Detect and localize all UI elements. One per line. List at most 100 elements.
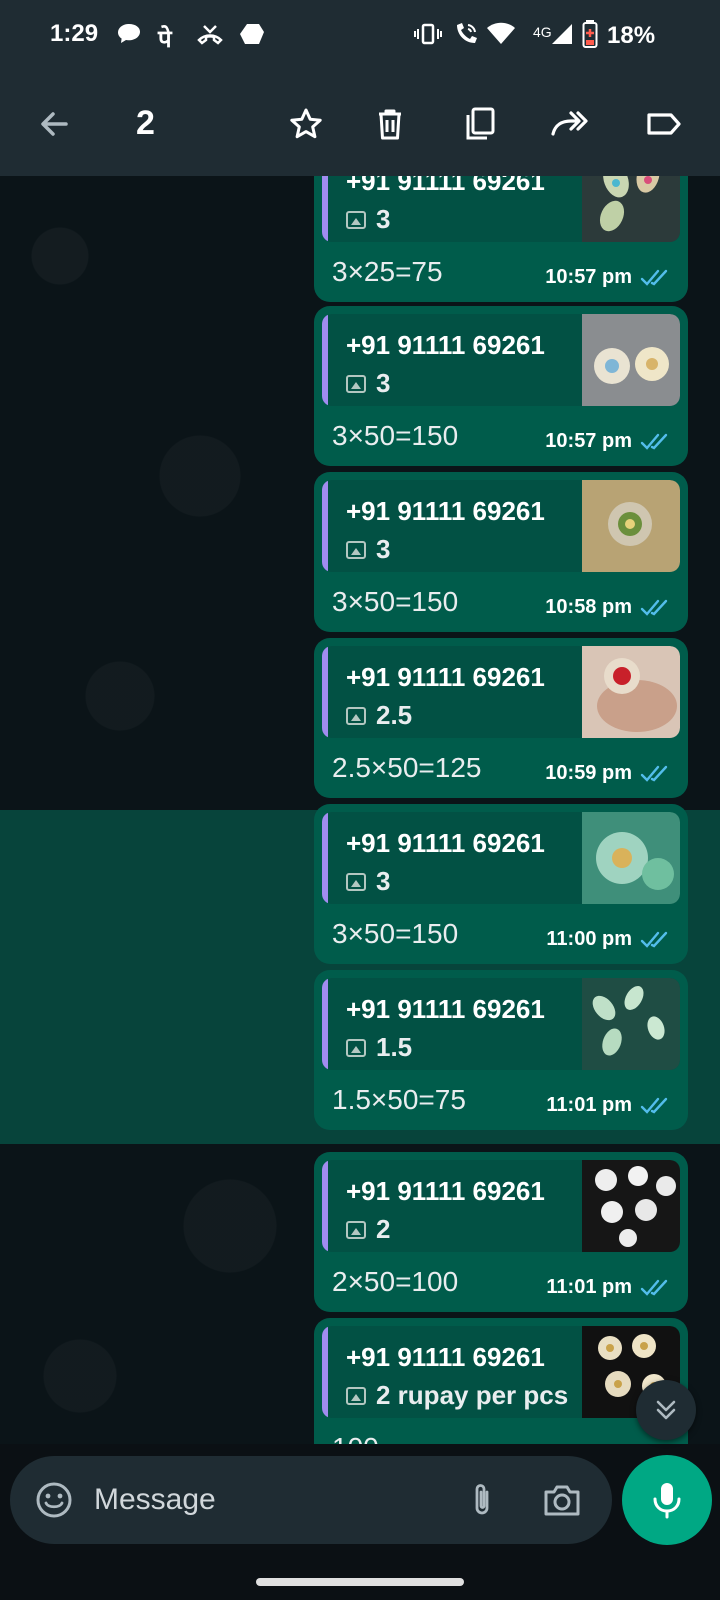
microphone-icon (653, 1483, 681, 1519)
quoted-caption-text: 3 (376, 204, 391, 234)
message-time: 10:57 pm (545, 430, 632, 452)
quote-bar (322, 314, 328, 406)
forward-icon (551, 111, 588, 136)
quoted-image-thumbnail (582, 314, 680, 406)
quoted-message[interactable]: +91 91111 69261 2.5 (322, 646, 680, 738)
quote-bar (322, 812, 328, 904)
quoted-sender: +91 91111 69261 (346, 1342, 545, 1372)
quoted-message[interactable]: +91 91111 69261 3 (322, 480, 680, 572)
message-bubble[interactable]: +91 91111 69261 2.5 2.5×50=125 10:59 pm (314, 638, 688, 798)
message-bubble[interactable]: +91 91111 69261 2 rupay per pcs 100 (314, 1318, 688, 1444)
message-bubble[interactable]: +91 91111 69261 3 3×25=75 10:57 pm (314, 176, 688, 302)
system-navigation-bar (0, 1560, 720, 1600)
image-icon (346, 1386, 366, 1405)
message-time: 10:59 pm (545, 762, 632, 784)
emoji-button[interactable] (30, 1476, 78, 1524)
chat-area[interactable]: +91 91111 69261 3 3×25=75 10:57 pm +91 9… (0, 176, 720, 1444)
camera-button[interactable] (536, 1476, 588, 1524)
chat-notification-icon (116, 20, 142, 48)
copy-button[interactable] (456, 100, 504, 148)
double-chevron-down-icon (656, 1400, 676, 1420)
quoted-message[interactable]: +91 91111 69261 3 (322, 812, 680, 904)
read-ticks-icon (640, 765, 668, 782)
drive-notification-icon (238, 20, 266, 48)
message-time: 10:58 pm (545, 596, 632, 618)
forward-button[interactable] (546, 100, 594, 148)
image-icon (346, 374, 366, 393)
quoted-caption-text: 2 (376, 1214, 391, 1244)
message-time: 11:00 pm (546, 928, 632, 950)
copy-icon (466, 107, 495, 140)
quoted-message[interactable]: +91 91111 69261 3 (322, 314, 680, 406)
message-time: 11:01 pm (546, 1094, 632, 1116)
quote-bar (322, 646, 328, 738)
message-text: 3×50=150 (332, 586, 459, 617)
home-gesture-handle[interactable] (256, 1578, 464, 1586)
quoted-caption: 2 (346, 1214, 390, 1245)
quoted-image-thumbnail (582, 812, 680, 904)
signal-icon (550, 20, 574, 48)
quoted-caption-text: 2 rupay per pcs (376, 1380, 569, 1410)
voice-message-button[interactable] (622, 1455, 712, 1545)
message-text: 3×50=150 (332, 918, 459, 949)
quoted-caption: 3 (346, 204, 390, 235)
message-meta: 10:59 pm (545, 762, 672, 785)
message-time: 11:01 pm (546, 1276, 632, 1298)
quoted-caption: 3 (346, 368, 390, 399)
message-bubble[interactable]: +91 91111 69261 2 2×50=100 11:01 pm (314, 1152, 688, 1312)
message-time: 10:57 pm (545, 266, 632, 288)
message-text: 3×50=150 (332, 420, 459, 451)
quote-bar (322, 1160, 328, 1252)
quoted-caption-text: 2.5 (376, 700, 413, 730)
delete-button[interactable] (366, 100, 414, 148)
message-input[interactable] (94, 1480, 454, 1520)
image-icon (346, 540, 366, 559)
read-ticks-icon (640, 269, 668, 286)
selection-action-bar: 2 (0, 72, 720, 176)
quote-bar (322, 480, 328, 572)
quoted-image-thumbnail (582, 480, 680, 572)
message-text: 2×50=100 (332, 1266, 459, 1297)
image-icon (346, 706, 366, 725)
battery-icon (582, 20, 598, 48)
read-ticks-icon (640, 1097, 668, 1114)
quoted-message[interactable]: +91 91111 69261 1.5 (322, 978, 680, 1070)
paperclip-icon (475, 1484, 489, 1515)
message-meta: 10:57 pm (545, 266, 672, 289)
quoted-image-thumbnail (582, 1160, 680, 1252)
message-meta: 11:01 pm (546, 1276, 672, 1299)
quoted-sender: +91 91111 69261 (346, 994, 545, 1024)
message-text: 2.5×50=125 (332, 752, 482, 783)
message-bubble[interactable]: +91 91111 69261 3 3×50=150 10:57 pm (314, 306, 688, 466)
read-ticks-icon (640, 931, 668, 948)
delete-icon (379, 109, 401, 140)
message-bubble-selected[interactable]: +91 91111 69261 3 3×50=150 11:00 pm (314, 804, 688, 964)
attach-button[interactable] (458, 1476, 506, 1524)
message-meta: 10:57 pm (545, 430, 672, 453)
label-button[interactable] (640, 100, 688, 148)
image-icon (346, 1038, 366, 1057)
quoted-caption: 1.5 (346, 1032, 412, 1063)
message-meta: 10:58 pm (545, 596, 672, 619)
quoted-sender: +91 91111 69261 (346, 828, 545, 858)
quoted-message[interactable]: +91 91111 69261 2 (322, 1160, 680, 1252)
quoted-message[interactable]: +91 91111 69261 3 (322, 176, 680, 242)
message-text: 100 (332, 1432, 379, 1444)
message-text: 3×25=75 (332, 256, 443, 287)
quoted-caption: 3 (346, 534, 390, 565)
message-bubble[interactable]: +91 91111 69261 3 3×50=150 10:58 pm (314, 472, 688, 632)
phonepe-notification-icon: पे (158, 26, 172, 53)
back-button[interactable] (30, 100, 78, 148)
wifi-calling-icon (452, 20, 480, 48)
scroll-to-bottom-button[interactable] (636, 1380, 696, 1440)
read-ticks-icon (640, 1279, 668, 1296)
quoted-image-thumbnail (582, 978, 680, 1070)
quoted-message[interactable]: +91 91111 69261 2 rupay per pcs (322, 1326, 680, 1418)
message-meta: 11:00 pm (546, 928, 672, 951)
star-button[interactable] (282, 100, 330, 148)
quoted-sender: +91 91111 69261 (346, 330, 545, 360)
back-arrow-icon (41, 112, 68, 136)
emoji-icon (36, 1482, 72, 1518)
quoted-sender: +91 91111 69261 (346, 662, 545, 692)
message-bubble-selected[interactable]: +91 91111 69261 1.5 1.5×50=75 11:01 pm (314, 970, 688, 1130)
